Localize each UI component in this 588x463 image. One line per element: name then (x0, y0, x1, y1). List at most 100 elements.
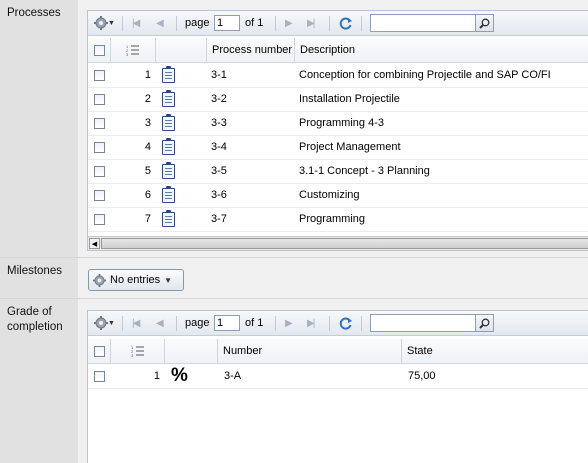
last-page-button[interactable]: ▶| (307, 311, 315, 335)
search-button[interactable] (476, 14, 494, 32)
select-all-cell (88, 38, 111, 62)
row-select (94, 159, 105, 183)
row-select (94, 63, 105, 87)
search-box (370, 11, 494, 35)
next-page-button[interactable]: ▶ (285, 11, 293, 35)
select-all-cell (88, 339, 111, 363)
index-column-header[interactable]: 1 2 3 (111, 339, 165, 363)
settings-menu-button[interactable]: ▼ (94, 11, 115, 35)
row-icon[interactable] (162, 207, 175, 231)
row-description-text: Project Management (299, 141, 401, 153)
gear-icon (93, 273, 106, 287)
row-index: 1 (111, 63, 151, 87)
section-divider (0, 298, 588, 299)
row-checkbox[interactable] (94, 69, 105, 81)
chevron-down-icon: ▼ (108, 319, 115, 327)
table-row[interactable]: 3 3-3 Programming 4-3 (88, 111, 588, 136)
select-all-checkbox[interactable] (93, 44, 105, 56)
table-row[interactable]: 1 3-1 Conception for combining Projectil… (88, 63, 588, 88)
percent-icon: % (171, 364, 188, 388)
milestones-dropdown-button[interactable]: No entries ▼ (88, 269, 184, 291)
toolbar-separator (176, 16, 177, 31)
refresh-button[interactable] (338, 11, 353, 35)
table-row[interactable]: 4 3-4 Project Management (88, 135, 588, 160)
row-number: 3-2 (211, 87, 227, 111)
settings-menu-button[interactable]: ▼ (94, 311, 115, 335)
next-page-button[interactable]: ▶ (285, 311, 293, 335)
row-icon[interactable] (162, 183, 175, 207)
section-label-processes: Processes (0, 0, 78, 257)
number-column-header[interactable]: Number (218, 339, 402, 363)
horizontal-scrollbar[interactable]: ◀ (88, 236, 588, 250)
row-description: Customizing (299, 183, 360, 207)
row-index: 2 (111, 87, 151, 111)
scroll-left-icon[interactable]: ◀ (89, 238, 100, 249)
table-row[interactable]: 2 3-2 Installation Projectile (88, 87, 588, 112)
gear-icon (94, 316, 108, 330)
processes-toolbar: ▼ |◀ ◀ page of 1 ▶ ▶| (88, 11, 588, 36)
grade-panel: ▼ |◀ ◀ page of 1 ▶ ▶| (87, 310, 588, 463)
row-icon[interactable] (162, 87, 175, 111)
row-icon[interactable] (162, 63, 175, 87)
table-row[interactable]: 1 % 3-A 75,00 (88, 364, 588, 389)
row-checkbox[interactable] (94, 189, 105, 201)
grade-grid-header: 1 2 3 Number State (88, 339, 588, 364)
milestones-button-label: No entries (110, 274, 161, 286)
row-checkbox[interactable] (94, 117, 105, 129)
grade-toolbar: ▼ |◀ ◀ page of 1 ▶ ▶| (88, 311, 588, 336)
row-number-text: 3-6 (211, 189, 227, 201)
page-number-input[interactable] (214, 15, 240, 31)
page-number-input[interactable] (214, 315, 240, 331)
last-page-button[interactable]: ▶| (307, 11, 315, 35)
row-number: 3-7 (211, 207, 227, 231)
processes-label: Processes (7, 7, 61, 19)
icon-column-header[interactable] (156, 38, 207, 62)
row-index-text: 3 (144, 117, 151, 129)
table-row[interactable]: 6 3-6 Customizing (88, 183, 588, 208)
row-icon[interactable] (162, 135, 175, 159)
row-index: 4 (111, 135, 151, 159)
search-input[interactable] (370, 14, 476, 32)
prev-page-button[interactable]: ◀ (156, 11, 164, 35)
gear-icon (94, 16, 108, 30)
row-index-text: 4 (144, 141, 151, 153)
row-description-text: Customizing (299, 189, 360, 201)
row-description-text: Installation Projectile (299, 93, 400, 105)
svg-text:3: 3 (131, 353, 134, 357)
row-checkbox[interactable] (94, 213, 105, 225)
first-page-icon: |◀ (132, 17, 140, 29)
page-number-field[interactable] (214, 311, 240, 335)
search-button[interactable] (476, 314, 494, 332)
scrollbar-thumb[interactable] (101, 238, 588, 249)
row-checkbox[interactable] (94, 141, 105, 153)
page-number-field[interactable] (214, 11, 240, 35)
row-checkbox[interactable] (94, 93, 105, 105)
first-page-button[interactable]: |◀ (132, 11, 140, 35)
row-select (94, 183, 105, 207)
section-label-milestones: Milestones (0, 258, 78, 298)
symbol-column-header[interactable] (165, 339, 218, 363)
description-column-header[interactable]: Description (295, 38, 588, 62)
table-row[interactable]: 7 3-7 Programming (88, 207, 588, 232)
search-input[interactable] (370, 314, 476, 332)
toolbar-separator (122, 16, 123, 31)
prev-page-button[interactable]: ◀ (156, 311, 164, 335)
row-icon[interactable] (162, 159, 175, 183)
process-number-column-header[interactable]: Process number (207, 38, 295, 62)
state-column-header[interactable]: State (402, 339, 588, 363)
row-checkbox[interactable] (94, 165, 105, 177)
select-all-checkbox[interactable] (93, 345, 105, 357)
row-number: 3-5 (211, 159, 227, 183)
index-column-header[interactable]: 1 2 3 (111, 38, 156, 62)
table-row[interactable]: 5 3-5 3.1-1 Concept - 3 Planning (88, 159, 588, 184)
refresh-button[interactable] (338, 311, 353, 335)
row-icon[interactable] (162, 111, 175, 135)
row-checkbox[interactable] (94, 370, 105, 382)
row-description: Project Management (299, 135, 401, 159)
first-page-button[interactable]: |◀ (132, 311, 140, 335)
row-select (94, 207, 105, 231)
section-divider (0, 257, 588, 258)
row-description-text: 3.1-1 Concept - 3 Planning (299, 165, 430, 177)
row-select (94, 135, 105, 159)
prev-page-icon: ◀ (156, 17, 164, 29)
